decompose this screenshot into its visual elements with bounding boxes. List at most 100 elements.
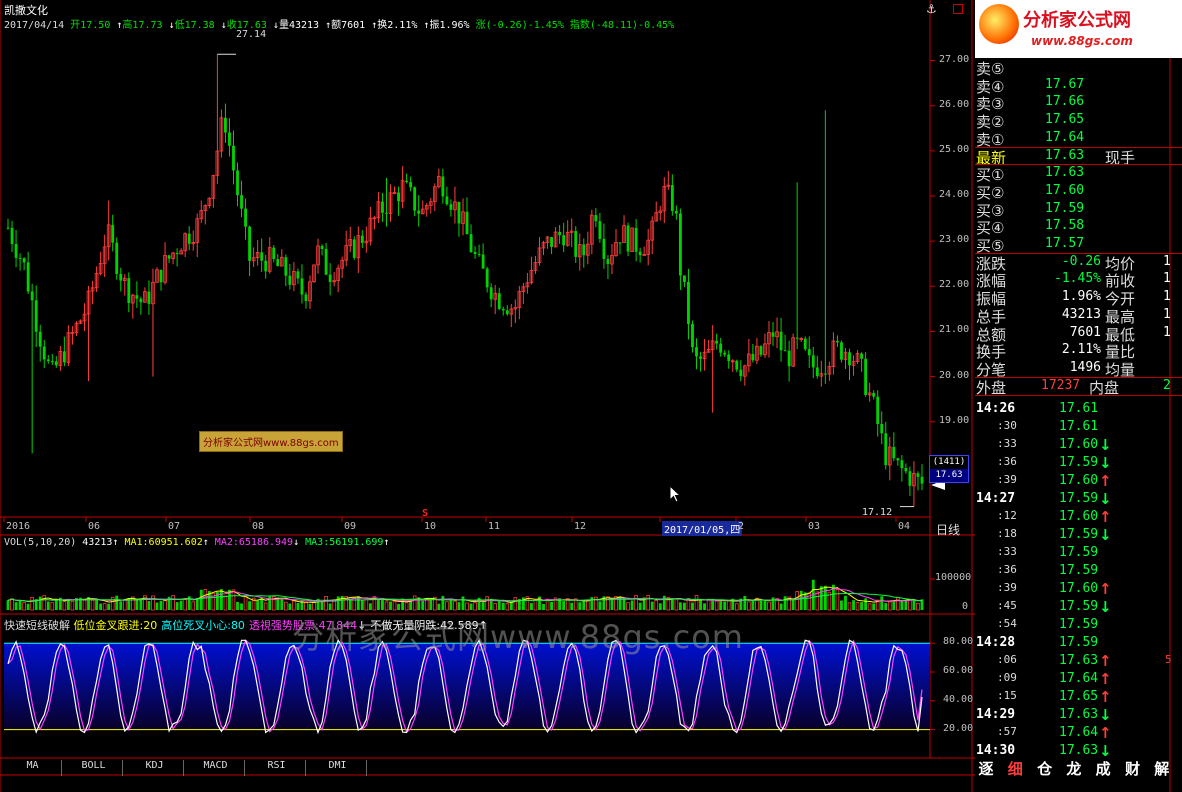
volume-bar — [102, 603, 107, 611]
volume-bar — [759, 600, 763, 610]
indicator-legend-item: 低位金叉跟进:20 — [73, 619, 158, 632]
candle-body — [381, 201, 384, 213]
volume-bar — [610, 599, 614, 610]
volume-bar — [328, 603, 332, 610]
right-button-5[interactable]: 财 — [1122, 758, 1144, 780]
date-tick-label: 2016 — [6, 521, 31, 532]
logo-flower-icon — [979, 4, 1019, 44]
candle-body — [465, 211, 469, 235]
volume-bar — [658, 603, 662, 610]
up-arrow-icon: ↑ — [1099, 472, 1112, 491]
candle-body — [300, 278, 304, 295]
volume-bar — [360, 600, 364, 610]
tick-price: 17.61 — [1059, 401, 1099, 417]
candle-body — [147, 291, 151, 304]
volume-bar — [694, 595, 699, 611]
volume-bar — [377, 600, 380, 610]
volume-bar — [10, 598, 14, 611]
volume-bar — [598, 601, 602, 610]
open-label: 开 — [70, 20, 81, 31]
candle-body — [445, 196, 449, 205]
volume-bar — [62, 601, 67, 611]
candle-body — [14, 243, 18, 258]
volume-bar — [578, 602, 582, 610]
candle-body — [771, 332, 775, 337]
stat-value: 1.96% — [1061, 289, 1101, 305]
volume-bar — [867, 603, 872, 611]
volume-bar — [304, 602, 308, 611]
volume-bar — [852, 600, 855, 610]
watermark-text: 分析家公式网www.88gs.com — [292, 618, 744, 656]
volume-bar — [421, 600, 425, 610]
tab-macd[interactable]: MACD — [187, 760, 245, 776]
tick-time: :36 — [997, 563, 1017, 577]
date-tick-label: 04 — [898, 521, 911, 532]
candle-body — [876, 396, 880, 424]
candle-body — [159, 269, 163, 283]
price-tick-label: 19.00 — [939, 414, 970, 426]
ma-name: MA1 — [124, 537, 143, 548]
volume-bar — [18, 600, 22, 610]
candle-body — [501, 308, 505, 311]
up-arrow-icon: ↑ — [1099, 508, 1112, 527]
volume-bar — [505, 603, 510, 611]
candle-body — [485, 268, 489, 288]
price-tick-label: 25.00 — [939, 143, 970, 155]
right-button-0[interactable]: 逐 — [975, 758, 997, 780]
volume-bar — [30, 596, 34, 611]
down-arrow-icon: ↓ — [1099, 706, 1112, 725]
volume-header: VOL(5,10,20) 43213↑ MA1:60951.602↑ MA2:6… — [4, 537, 389, 548]
indicator-title: 快速短线破解 — [4, 619, 70, 632]
tab-rsi[interactable]: RSI — [248, 760, 306, 776]
tick-time: :12 — [997, 509, 1017, 523]
right-button-6[interactable]: 解 — [1151, 758, 1173, 780]
candle-body — [34, 300, 38, 332]
candle-body — [135, 295, 139, 299]
volume-bar — [175, 602, 179, 610]
candle-body — [50, 361, 54, 363]
candle-body — [473, 251, 477, 255]
right-button-3[interactable]: 龙 — [1063, 758, 1085, 780]
candle-body — [304, 294, 308, 301]
tick-time: :33 — [997, 437, 1017, 451]
candle-body — [46, 359, 50, 362]
right-button-4[interactable]: 成 — [1092, 758, 1114, 780]
candle-body — [699, 356, 702, 359]
candle-body — [284, 257, 288, 276]
volume-bar — [654, 599, 659, 611]
right-button-2[interactable]: 仓 — [1034, 758, 1056, 780]
arrow-icon: ↑ — [383, 537, 390, 548]
logo-panel: 分析家公式网 www.88gs.com — [975, 0, 1182, 58]
candle-body — [30, 291, 34, 301]
candle-body — [735, 360, 739, 370]
sell-marker: S — [422, 508, 429, 519]
volume-bar — [199, 589, 203, 610]
candle-body — [779, 331, 783, 351]
volume-bar — [296, 602, 300, 610]
volume-bar — [243, 596, 248, 611]
candle-body — [723, 352, 727, 355]
period-label[interactable]: 日线 — [936, 521, 960, 538]
sell-level-price: 17.66 — [1045, 94, 1085, 110]
volume-bar — [256, 600, 260, 610]
tab-dmi[interactable]: DMI — [309, 760, 367, 776]
candle-body — [550, 237, 553, 247]
candle-body — [602, 238, 606, 259]
ma-value: 60951.602 — [148, 537, 203, 548]
right-button-1[interactable]: 细 — [1004, 758, 1026, 780]
candle-body — [54, 361, 58, 366]
volume-ma-label: MA1:60951.602↑ — [124, 537, 209, 548]
volume-bar — [90, 599, 95, 611]
volume-bar — [896, 597, 900, 611]
tab-ma[interactable]: MA — [4, 760, 62, 776]
window-box-icon[interactable] — [953, 4, 963, 14]
volume-bar — [795, 591, 799, 611]
anchor-icon[interactable]: ⚓ — [926, 2, 937, 16]
change-value: (-0.26)-1.45% — [485, 20, 564, 31]
candle-body — [328, 274, 332, 282]
candle-body — [606, 258, 610, 265]
tab-kdj[interactable]: KDJ — [126, 760, 184, 776]
candle-body — [449, 204, 453, 210]
tab-boll[interactable]: BOLL — [65, 760, 123, 776]
volume-bar — [171, 595, 175, 611]
